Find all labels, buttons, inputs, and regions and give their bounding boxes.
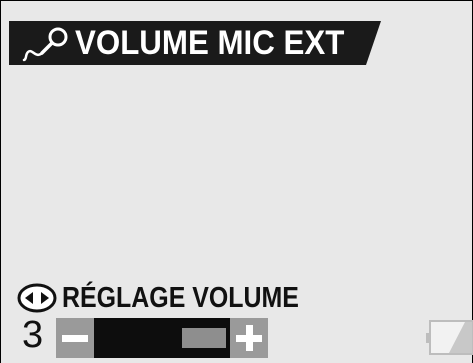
minus-icon bbox=[62, 335, 88, 342]
battery-icon bbox=[426, 320, 473, 355]
volume-level-value: 3 bbox=[22, 314, 44, 356]
adjust-volume-hint: RÉGLAGE VOLUME bbox=[17, 280, 337, 316]
volume-increase-button[interactable] bbox=[230, 318, 268, 358]
camera-screen: VOLUME MIC EXT RÉGLAGE VOLUME 3 bbox=[0, 0, 473, 363]
volume-decrease-button[interactable] bbox=[56, 318, 94, 358]
volume-slider-thumb[interactable] bbox=[182, 328, 226, 348]
volume-track[interactable] bbox=[94, 318, 230, 358]
menu-header: VOLUME MIC EXT bbox=[9, 21, 381, 65]
screen-border-top bbox=[0, 0, 473, 1]
screen-border-left bbox=[0, 0, 1, 363]
volume-slider[interactable] bbox=[56, 318, 268, 358]
left-right-arrows-icon bbox=[17, 283, 57, 313]
microphone-icon bbox=[22, 27, 68, 62]
menu-title: VOLUME MIC EXT bbox=[75, 24, 345, 62]
adjust-volume-label: RÉGLAGE VOLUME bbox=[62, 282, 299, 314]
plus-icon-vertical-stroke bbox=[246, 325, 253, 351]
